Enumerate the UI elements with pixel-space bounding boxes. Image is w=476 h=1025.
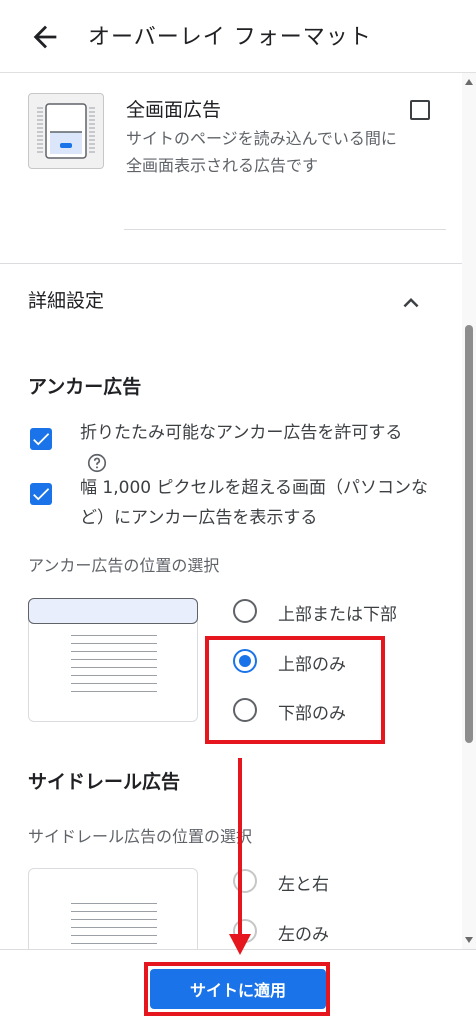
radio-left-only[interactable]: [232, 918, 258, 944]
fullscreen-ad-title: 全画面広告: [126, 99, 222, 121]
fullscreen-ad-description: サイトのページを読み込んでいる間に全画面表示される広告です: [126, 129, 397, 175]
siderail-position-label: サイドレール広告の位置の選択: [28, 827, 253, 846]
back-arrow-icon[interactable]: [28, 20, 62, 54]
scrollbar[interactable]: [462, 73, 476, 949]
annotation-highlight-radio: [205, 636, 385, 744]
radio-top-or-bottom[interactable]: [232, 598, 258, 624]
settings-panel: 全画面広告 サイトのページを読み込んでいる間に全画面表示される広告です 詳細設定…: [0, 73, 462, 949]
radio-label-left-and-right[interactable]: 左と右: [278, 870, 329, 895]
siderail-position-preview: [28, 868, 198, 949]
collapsible-anchor-checkbox[interactable]: [30, 428, 52, 450]
top-anchor-bar: [28, 598, 198, 624]
anchor-position-preview: [28, 598, 198, 722]
annotation-highlight-apply: [144, 962, 330, 1016]
fullscreen-ad-checkbox[interactable]: [410, 100, 430, 120]
radio-left-and-right[interactable]: [232, 868, 258, 894]
checkmark-icon: [33, 433, 50, 446]
checkmark-icon: [33, 488, 50, 501]
radio-label-top-or-bottom[interactable]: 上部または下部: [278, 600, 397, 625]
advanced-settings-title[interactable]: 詳細設定: [28, 286, 104, 313]
fullscreen-ad-thumbnail: [28, 93, 104, 169]
anchor-ads-heading: アンカー広告: [28, 376, 142, 398]
divider: [124, 229, 446, 230]
chevron-up-icon[interactable]: [396, 288, 426, 318]
help-icon[interactable]: [86, 452, 108, 474]
anchor-position-label: アンカー広告の位置の選択: [28, 556, 220, 575]
page-title: オーバーレイ フォーマット: [88, 25, 372, 50]
collapsible-anchor-label: 折りたたみ可能なアンカー広告を許可する: [80, 418, 425, 478]
scroll-down-arrow-icon[interactable]: [465, 937, 473, 943]
app-header: オーバーレイ フォーマット: [0, 0, 476, 73]
section-divider: [0, 263, 462, 264]
scrollbar-thumb[interactable]: [465, 325, 473, 743]
radio-label-left-only[interactable]: 左のみ: [278, 920, 329, 945]
siderail-ads-heading: サイドレール広告: [28, 771, 181, 793]
desktop-anchor-checkbox[interactable]: [30, 483, 52, 505]
scroll-up-arrow-icon[interactable]: [465, 79, 473, 85]
desktop-anchor-label: 幅 1,000 ピクセルを超える画面（パソコンなど）にアンカー広告を表示する: [80, 478, 428, 528]
